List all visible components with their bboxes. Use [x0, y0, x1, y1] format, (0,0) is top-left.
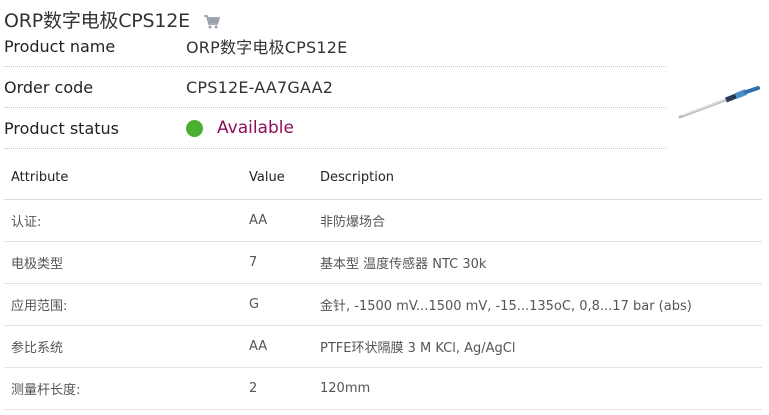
cell-value: G [242, 283, 313, 326]
cell-value: 7 [242, 241, 313, 284]
header-description: Description [313, 157, 762, 200]
cell-attribute: 认证: [4, 199, 242, 242]
table-header-row: Attribute Value Description [4, 157, 762, 200]
product-name-label: Product name [4, 36, 116, 56]
cell-description: PTFE环状隔膜 3 M KCl, Ag/AgCl [313, 325, 762, 368]
product-image [678, 86, 760, 119]
order-code-value: CPS12E-AA7GAA2 [186, 77, 334, 97]
product-name-value: ORP数字电极CPS12E [186, 38, 348, 57]
cell-attribute: 参比系统 [4, 325, 242, 368]
cell-value: AA [242, 325, 313, 368]
cell-attribute: 应用范围: [4, 283, 242, 326]
product-name-row: Product name ORP数字电极CPS12E [4, 26, 666, 67]
status-dot-icon [186, 119, 203, 137]
product-page: ORP数字电极CPS12E Product name ORP数字电极CPS12E… [0, 0, 769, 415]
cell-attribute: 测量杆长度: [4, 367, 242, 410]
status-badge: Available [217, 118, 294, 138]
product-status-label: Product status [4, 118, 119, 138]
cell-value: AA [242, 199, 313, 242]
cell-description: 金针, -1500 mV...1500 mV, -15...135oC, 0,8… [313, 283, 762, 326]
table-row: 参比系统 AA PTFE环状隔膜 3 M KCl, Ag/AgCl [4, 325, 762, 368]
cell-description: 120mm [313, 367, 762, 410]
cell-attribute: 电极类型 [4, 241, 242, 284]
status-indicator: Available [186, 118, 294, 138]
cell-description: 非防爆场合 [313, 199, 762, 242]
cell-value: 2 [242, 367, 313, 410]
table-row: 应用范围: G 金针, -1500 mV...1500 mV, -15...13… [4, 283, 762, 326]
header-attribute: Attribute [4, 157, 242, 200]
table-row: 认证: AA 非防爆场合 [4, 199, 762, 242]
cell-description: 基本型 温度传感器 NTC 30k [313, 241, 762, 284]
attribute-table: Attribute Value Description 认证: AA 非防爆场合… [4, 157, 762, 410]
product-status-row: Product status Available [4, 108, 666, 149]
order-code-row: Order code CPS12E-AA7GAA2 [4, 67, 666, 108]
table-row: 测量杆长度: 2 120mm [4, 367, 762, 410]
header-value: Value [242, 157, 313, 200]
order-code-label: Order code [4, 77, 94, 97]
table-row: 电极类型 7 基本型 温度传感器 NTC 30k [4, 241, 762, 284]
